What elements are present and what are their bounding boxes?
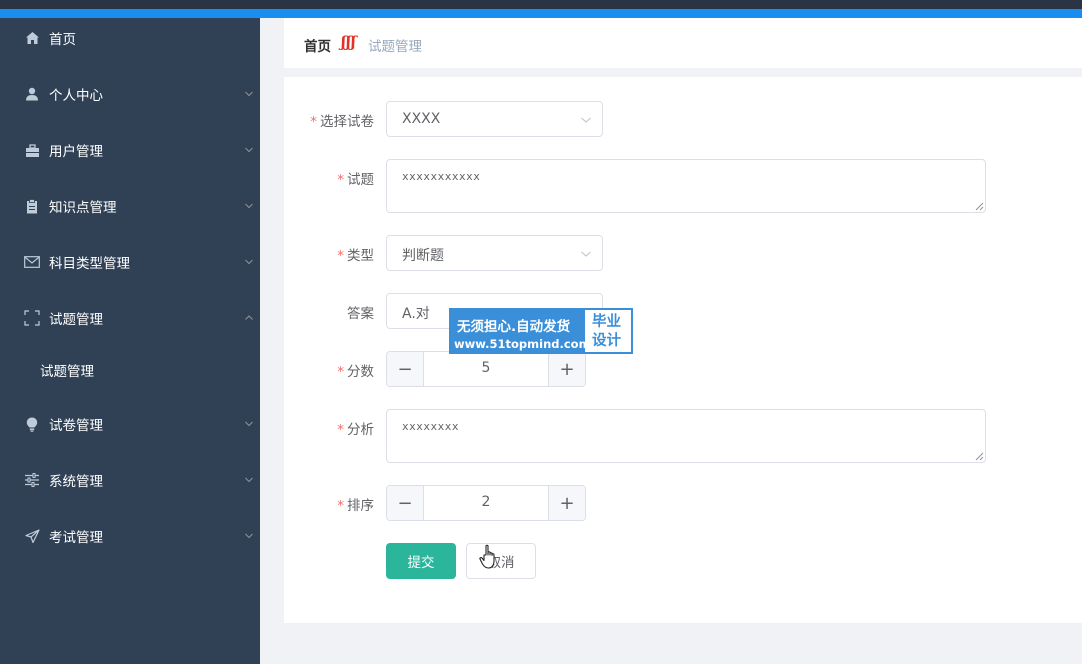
watermark: 无须担心.自动发货 www.51topmind.com 毕业设计 — [449, 308, 633, 354]
score-decrement-button[interactable]: − — [387, 352, 424, 386]
breadcrumb: 首页 ʃʃʃ 试题管理 — [284, 18, 1082, 68]
sidebar-item-knowledge-management[interactable]: 知识点管理 — [0, 186, 260, 226]
sidebar-item-question-management[interactable]: 试题管理 — [0, 298, 260, 338]
type-label: * 类型 — [337, 248, 374, 264]
sidebar-item-system-management[interactable]: 系统管理 — [0, 460, 260, 500]
sidebar-item-personal-center[interactable]: 个人中心 — [0, 74, 260, 114]
breadcrumb-separator: ʃʃʃ — [341, 33, 356, 51]
answer-label: 答案 — [347, 306, 374, 322]
sidebar-item-label: 知识点管理 — [49, 200, 117, 216]
sidebar-item-label: 首页 — [49, 32, 76, 48]
type-select-value: 判断题 — [402, 248, 444, 264]
mail-icon — [24, 254, 40, 270]
send-icon — [24, 528, 40, 544]
score-increment-button[interactable]: + — [548, 352, 585, 386]
chevron-down-icon — [245, 91, 253, 97]
chevron-down-icon — [581, 117, 591, 123]
briefcase-icon — [24, 142, 40, 158]
top-dark-strip — [0, 0, 1082, 9]
sidebar-item-paper-management[interactable]: 试卷管理 — [0, 404, 260, 444]
top-accent-bar — [0, 9, 1082, 18]
chevron-down-icon — [245, 147, 253, 153]
sidebar-item-exam-management[interactable]: 考试管理 — [0, 516, 260, 556]
breadcrumb-home[interactable]: 首页 — [304, 35, 331, 55]
chevron-down-icon — [245, 533, 253, 539]
lightbulb-icon — [24, 416, 40, 432]
analysis-textarea[interactable]: xxxxxxxx — [386, 409, 986, 463]
sidebar-item-label: 用户管理 — [49, 144, 103, 160]
question-textarea[interactable]: xxxxxxxxxxx — [386, 159, 986, 213]
resize-grip-icon[interactable] — [975, 452, 984, 461]
order-value[interactable]: 2 — [424, 494, 548, 510]
sidebar-subitem-question-management[interactable]: 试题管理 — [0, 350, 260, 390]
user-icon — [24, 86, 40, 102]
order-label: * 排序 — [337, 498, 374, 514]
frame-icon — [24, 310, 40, 326]
paper-select-value: XXXX — [402, 111, 441, 127]
resize-grip-icon[interactable] — [975, 202, 984, 211]
sidebar-item-label: 试卷管理 — [49, 418, 103, 434]
sidebar-item-label: 个人中心 — [49, 88, 103, 104]
paper-select[interactable]: XXXX — [386, 101, 603, 137]
sidebar-item-home[interactable]: 首页 — [0, 18, 260, 58]
submit-button[interactable]: 提交 — [386, 543, 456, 579]
watermark-side: 毕业设计 — [592, 314, 621, 349]
order-stepper[interactable]: − 2 + — [386, 485, 586, 521]
sidebar-item-label: 试题管理 — [49, 312, 103, 328]
answer-input-value: A.对 — [402, 306, 430, 322]
analysis-textarea-value: xxxxxxxx — [402, 420, 459, 433]
question-textarea-value: xxxxxxxxxxx — [402, 170, 481, 183]
chevron-down-icon — [245, 421, 253, 427]
clipboard-icon — [24, 198, 40, 214]
chevron-up-icon — [245, 315, 253, 320]
sidebar-item-label: 科目类型管理 — [49, 256, 130, 272]
cancel-button[interactable]: 取消 — [466, 543, 536, 579]
analysis-label: * 分析 — [337, 422, 374, 438]
breadcrumb-current: 试题管理 — [368, 39, 422, 55]
order-decrement-button[interactable]: − — [387, 486, 424, 520]
score-value[interactable]: 5 — [424, 360, 548, 376]
sidebar-item-label: 考试管理 — [49, 530, 103, 546]
sidebar-item-label: 系统管理 — [49, 474, 103, 490]
chevron-down-icon — [581, 251, 591, 257]
order-increment-button[interactable]: + — [548, 486, 585, 520]
score-label: * 分数 — [337, 364, 374, 380]
watermark-line2: www.51topmind.com — [454, 337, 591, 351]
chevron-down-icon — [245, 203, 253, 209]
chevron-down-icon — [245, 259, 253, 265]
hand-cursor-icon — [479, 544, 495, 569]
watermark-line1: 无须担心.自动发货 — [457, 319, 571, 335]
type-select[interactable]: 判断题 — [386, 235, 603, 271]
sliders-icon — [24, 472, 40, 488]
score-stepper[interactable]: − 5 + — [386, 351, 586, 387]
chevron-down-icon — [245, 477, 253, 483]
sidebar-item-subject-type-management[interactable]: 科目类型管理 — [0, 242, 260, 282]
question-label: * 试题 — [337, 172, 374, 188]
sidebar-item-user-management[interactable]: 用户管理 — [0, 130, 260, 170]
sidebar-subitem-label: 试题管理 — [40, 364, 94, 380]
sidebar: 首页 个人中心 用户管理 知识点管理 科目类型管理 试题管理 试题管理 试卷管理… — [0, 18, 260, 664]
paper-label: * 选择试卷 — [310, 114, 374, 130]
home-icon — [24, 30, 40, 46]
